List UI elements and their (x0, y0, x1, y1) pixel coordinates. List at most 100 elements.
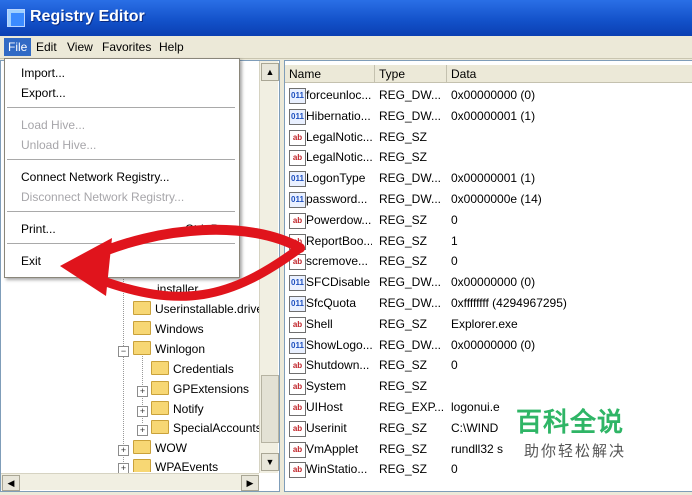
expand-icon[interactable]: + (137, 425, 148, 436)
column-header-name[interactable]: Name (285, 65, 375, 83)
tree-item-label: Winlogon (155, 342, 206, 356)
tree-item-winlogon[interactable]: Winlogon (133, 339, 205, 359)
dword-icon: 011 (289, 88, 306, 104)
tree-item-label: Notify (173, 402, 204, 416)
cell-type: REG_SZ (379, 212, 428, 227)
menu-item-exit[interactable]: Exit (21, 251, 41, 271)
cell-name: WinStatio... (306, 462, 368, 477)
string-icon: ab (289, 441, 306, 458)
cell-type: REG_SZ (379, 150, 428, 165)
table-row[interactable]: 011 forceunloc... REG_DW... 0x00000000 (0) (285, 85, 692, 106)
tree-horizontal-scrollbar[interactable]: ◀ ▶ (1, 473, 259, 491)
cell-name: password... (306, 192, 368, 206)
scroll-up-icon[interactable]: ▲ (261, 63, 279, 81)
expand-icon[interactable]: + (118, 445, 129, 456)
table-row[interactable]: 011 LogonType REG_DW... 0x00000001 (1) (285, 168, 692, 189)
menu-favorites[interactable]: Favorites (98, 38, 155, 56)
menu-bar: File Edit View Favorites Help (0, 36, 692, 59)
tree-item-windows[interactable]: Windows (133, 319, 204, 339)
tree-item-wow[interactable]: WOW (133, 438, 187, 458)
table-row[interactable]: ab scremove... REG_SZ 0 (285, 251, 692, 272)
tree-vertical-scrollbar[interactable]: ▲ ▼ (259, 61, 279, 473)
tree-item-specialaccounts[interactable]: SpecialAccounts (151, 418, 262, 438)
menu-separator (7, 107, 235, 108)
table-row[interactable]: ab Powerdow... REG_SZ 0 (285, 210, 692, 231)
column-header-data[interactable]: Data (447, 65, 692, 83)
string-icon: ab (289, 212, 306, 229)
cell-type: REG_EXP... (379, 400, 445, 414)
string-icon: ab (289, 254, 306, 271)
table-row[interactable]: ab Shell REG_SZ Explorer.exe (285, 314, 692, 335)
cell-name: Powerdow... (306, 212, 372, 227)
cell-type: REG_DW... (379, 275, 442, 290)
tree-item-userinstallable[interactable]: Userinstallable.drivers (133, 299, 273, 319)
tree-item-credentials[interactable]: Credentials (151, 359, 234, 379)
table-row[interactable]: ab ReportBoo... REG_SZ 1 (285, 231, 692, 252)
menu-view[interactable]: View (63, 38, 97, 56)
folder-icon (151, 361, 169, 375)
column-header-type[interactable]: Type (375, 65, 447, 83)
collapse-icon[interactable]: − (118, 346, 129, 357)
table-row[interactable]: 011 ShowLogo... REG_DW... 0x00000000 (0) (285, 335, 692, 356)
cell-name: System (306, 379, 347, 394)
cell-type: REG_DW... (379, 88, 442, 102)
scroll-right-icon[interactable]: ▶ (241, 475, 259, 491)
menu-file[interactable]: File (4, 38, 32, 56)
table-row[interactable]: 011 Hibernatio... REG_DW... 0x00000001 (1) (285, 106, 692, 127)
cell-name: Userinit (306, 420, 347, 435)
tree-item-installer[interactable]: ...installer (147, 279, 198, 299)
menu-separator (7, 243, 235, 244)
scroll-left-icon[interactable]: ◀ (2, 475, 20, 491)
table-row[interactable]: ab LegalNotic... REG_SZ (285, 127, 692, 148)
menu-item-print[interactable]: Print... (21, 219, 56, 239)
cell-name: Hibernatio... (306, 108, 371, 123)
cell-name: VmApplet (306, 441, 359, 456)
dword-icon: 011 (289, 337, 306, 354)
cell-data: 0 (451, 358, 458, 373)
tree-item-wpaevents[interactable]: WPAEvents (133, 457, 218, 472)
menu-item-export[interactable]: Export... (21, 83, 66, 103)
scroll-thumb[interactable] (261, 375, 279, 443)
folder-icon (133, 321, 151, 335)
cell-name: Shutdown... (306, 358, 370, 373)
cell-type: REG_SZ (379, 233, 428, 248)
string-icon: ab (289, 379, 306, 396)
cell-data: 0 (451, 462, 458, 477)
menu-edit[interactable]: Edit (32, 38, 61, 56)
string-icon: ab (289, 400, 306, 416)
tree-item-label: ...installer (147, 282, 199, 296)
cell-data: rundll32 s (451, 441, 504, 456)
folder-icon (133, 301, 151, 315)
cell-name: ReportBoo... (306, 233, 372, 248)
folder-icon (133, 440, 151, 454)
table-row[interactable]: 011 SfcQuota REG_DW... 0xffffffff (42949672… (285, 293, 692, 314)
menu-separator (7, 159, 235, 160)
baike-watermark: 百科全说 助你轻松解决 (512, 402, 662, 466)
table-row[interactable]: 011 SFCDisable REG_DW... 0x00000000 (0) (285, 272, 692, 293)
string-icon: ab (289, 316, 306, 333)
expand-icon[interactable]: + (137, 406, 148, 417)
table-row[interactable]: ab System REG_SZ (285, 376, 692, 397)
menu-item-connect-network-registry[interactable]: Connect Network Registry... (21, 167, 170, 187)
cell-data: logonui.e (451, 400, 500, 414)
cell-type: REG_SZ (379, 254, 428, 269)
folder-icon (133, 459, 151, 472)
tree-item-notify[interactable]: Notify (151, 399, 204, 419)
table-row[interactable]: ab LegalNotic... REG_SZ (285, 147, 692, 168)
cell-data: 0x00000001 (1) (451, 171, 536, 186)
tree-item-gpextensions[interactable]: GPExtensions (151, 379, 249, 399)
cell-name: scremove... (306, 254, 369, 269)
string-icon: ab (289, 129, 306, 146)
string-icon: ab (289, 233, 306, 250)
scroll-down-icon[interactable]: ▼ (261, 453, 279, 471)
file-menu-dropdown: Import... Export... Load Hive... Unload … (4, 58, 240, 278)
cell-data: Explorer.exe (451, 316, 518, 331)
menu-item-import[interactable]: Import... (21, 63, 65, 83)
dword-icon: 011 (289, 108, 306, 125)
table-row[interactable]: 011 password... REG_DW... 0x0000000e (14) (285, 189, 692, 210)
menu-help[interactable]: Help (155, 38, 188, 56)
folder-icon (151, 420, 169, 434)
table-row[interactable]: ab Shutdown... REG_SZ 0 (285, 355, 692, 376)
cell-name: LegalNotic... (306, 129, 372, 144)
expand-icon[interactable]: + (137, 386, 148, 397)
